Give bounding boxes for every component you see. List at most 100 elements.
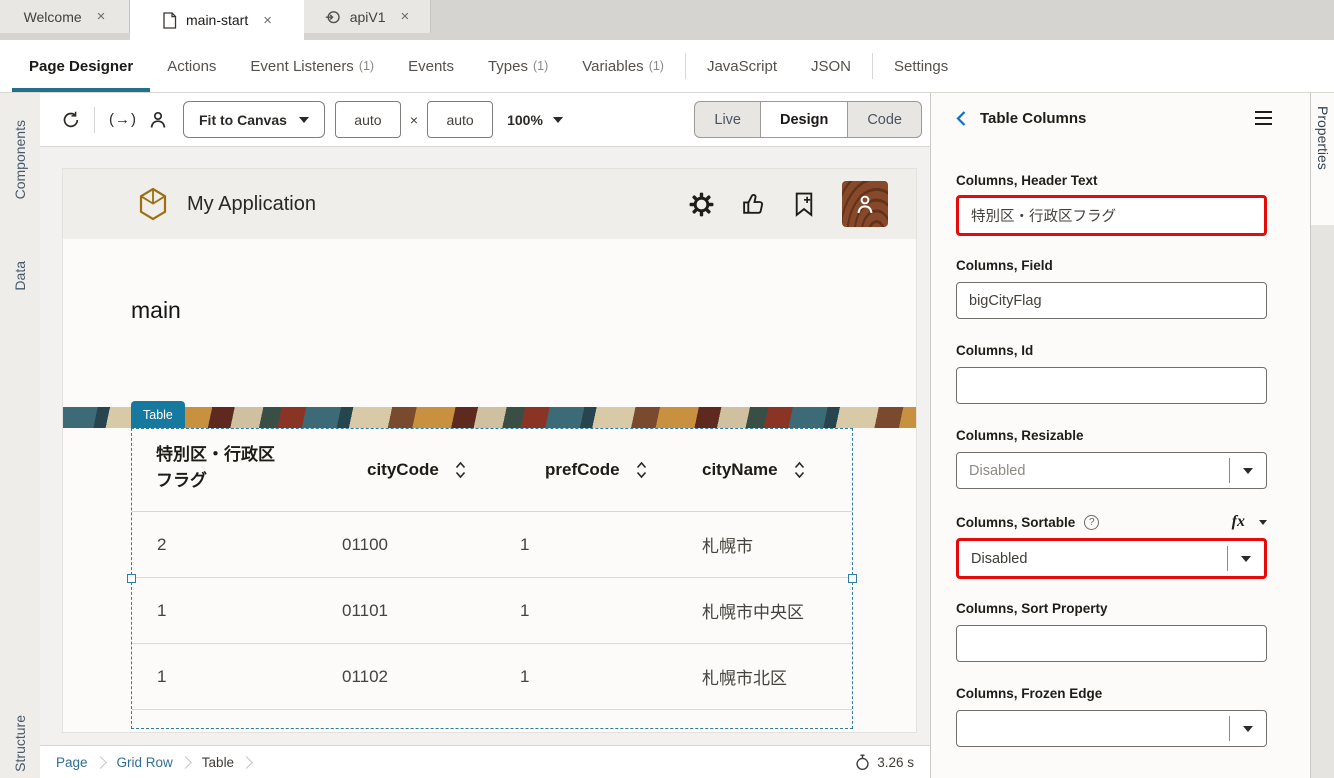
input-parameters-icon[interactable]: (→)	[109, 111, 137, 128]
id-input[interactable]	[956, 367, 1267, 404]
tab-main-start[interactable]: main-start ×	[130, 0, 304, 40]
frozen-edge-select[interactable]	[956, 710, 1267, 747]
canvas-page[interactable]: My Application	[62, 168, 917, 733]
selection-handle-right[interactable]	[848, 574, 857, 583]
nav-json[interactable]: JSON	[794, 40, 868, 92]
close-icon[interactable]: ×	[263, 12, 272, 29]
properties-panel-header: Table Columns	[931, 93, 1310, 143]
sort-icon[interactable]	[454, 460, 467, 480]
chevron-right-icon	[94, 756, 107, 769]
nav-javascript[interactable]: JavaScript	[690, 40, 794, 92]
design-canvas: My Application	[40, 147, 930, 745]
bookmark-add-icon[interactable]	[793, 192, 815, 217]
menu-icon[interactable]	[1255, 111, 1272, 125]
table-row[interactable]: 2 01100 1 札幌市	[132, 512, 852, 578]
fx-expression-button[interactable]: fx	[1232, 513, 1245, 531]
sort-icon[interactable]	[793, 460, 806, 480]
rail-tab-components[interactable]: Components	[0, 120, 40, 199]
render-timer: 3.26 s	[855, 754, 914, 771]
tab-welcome[interactable]: Welcome ×	[0, 0, 130, 33]
toolbar-divider	[94, 107, 95, 133]
close-icon[interactable]: ×	[401, 8, 410, 25]
sort-property-input[interactable]	[956, 625, 1267, 662]
nav-settings[interactable]: Settings	[877, 40, 965, 92]
canvas-height-input[interactable]	[427, 101, 493, 138]
zoom-select[interactable]: 100%	[507, 112, 563, 128]
close-icon[interactable]: ×	[97, 8, 106, 25]
nav-variables[interactable]: Variables(1)	[565, 40, 681, 92]
nav-events[interactable]: Events	[391, 40, 471, 92]
chevron-down-icon	[299, 117, 309, 123]
nav-event-listeners[interactable]: Event Listeners(1)	[233, 40, 391, 92]
chevron-right-icon	[179, 756, 192, 769]
app-header-actions	[689, 181, 888, 227]
nav-divider	[685, 53, 686, 79]
breadcrumb-table[interactable]: Table	[202, 755, 234, 770]
chevron-down-icon[interactable]	[1259, 520, 1267, 525]
user-role-icon[interactable]	[143, 105, 173, 135]
properties-fields: Columns, Header Text Columns, Field Colu…	[931, 143, 1310, 747]
page-icon	[162, 12, 177, 29]
header-text-input[interactable]	[956, 195, 1267, 236]
service-connection-icon	[325, 9, 341, 25]
chevron-down-icon	[553, 117, 563, 123]
selection-handle-left[interactable]	[127, 574, 136, 583]
help-icon[interactable]: ?	[1084, 515, 1099, 530]
person-icon	[853, 192, 877, 216]
nav-divider	[872, 53, 873, 79]
sortable-select[interactable]: Disabled	[956, 538, 1267, 579]
app-logo-icon	[137, 187, 169, 221]
mode-design-button[interactable]: Design	[760, 102, 848, 137]
tab-apiv1-label: apiV1	[350, 9, 386, 25]
nav-types[interactable]: Types(1)	[471, 40, 565, 92]
field-input[interactable]	[956, 282, 1267, 319]
nav-actions[interactable]: Actions	[150, 40, 233, 92]
table-header-row: 特別区・行政区フラグ cityCode prefCode cityName	[132, 429, 852, 512]
sort-icon[interactable]	[635, 460, 648, 480]
mode-code-button[interactable]: Code	[848, 102, 921, 137]
user-avatar[interactable]	[842, 181, 888, 227]
tab-apiv1[interactable]: apiV1 ×	[304, 0, 431, 33]
table-row[interactable]: 1 01101 1 札幌市中央区	[132, 578, 852, 644]
table-row[interactable]: 1 01102 1 札幌市北区	[132, 644, 852, 710]
nav-page-designer[interactable]: Page Designer	[12, 40, 150, 92]
chevron-right-icon	[240, 756, 253, 769]
decorative-banner-image	[63, 407, 916, 428]
column-header-cityname[interactable]: cityName	[668, 460, 852, 480]
field-label: Columns, Field	[956, 258, 1267, 273]
tab-welcome-label: Welcome	[24, 9, 82, 25]
table-row-clipped	[132, 710, 852, 729]
window-tab-bar: Welcome × main-start × apiV1 ×	[0, 0, 1334, 40]
structure-breadcrumb-bar: Page Grid Row Table 3.26 s	[40, 745, 930, 778]
rail-tab-structure[interactable]: Structure	[0, 715, 40, 772]
column-header-citycode[interactable]: cityCode	[312, 460, 490, 480]
refresh-icon[interactable]	[56, 105, 86, 135]
column-header-bigcityflag[interactable]: 特別区・行政区フラグ	[132, 429, 312, 511]
breadcrumb-grid-row[interactable]: Grid Row	[117, 755, 173, 770]
page-heading[interactable]: main	[131, 297, 181, 324]
breadcrumb-page[interactable]: Page	[56, 755, 88, 770]
table-selection-badge[interactable]: Table	[131, 401, 185, 428]
chevron-down-icon	[1243, 726, 1253, 732]
field-label: Columns, Frozen Edge	[956, 686, 1267, 701]
canvas-toolbar: (→) Fit to Canvas × 100% Live Design Cod…	[40, 93, 930, 147]
gear-icon[interactable]	[689, 192, 714, 217]
app-header[interactable]: My Application	[63, 169, 916, 239]
rail-tab-data[interactable]: Data	[0, 261, 40, 291]
back-chevron-icon[interactable]	[955, 110, 967, 127]
field-label: Columns, Sortable ? fx	[956, 513, 1267, 531]
stopwatch-icon	[855, 754, 870, 771]
field-label: Columns, Sort Property	[956, 601, 1267, 616]
chevron-down-icon	[1241, 556, 1251, 562]
resizable-select[interactable]: Disabled	[956, 452, 1267, 489]
canvas-width-input[interactable]	[335, 101, 401, 138]
table-component[interactable]: 特別区・行政区フラグ cityCode prefCode cityName	[131, 428, 853, 729]
column-header-prefcode[interactable]: prefCode	[490, 460, 668, 480]
designer-nav: Page Designer Actions Event Listeners(1)…	[0, 40, 1334, 93]
thumbs-up-icon[interactable]	[741, 192, 766, 217]
field-label: Columns, Resizable	[956, 428, 1267, 443]
viewport-select[interactable]: Fit to Canvas	[183, 101, 325, 138]
rail-tab-properties[interactable]: Properties	[1311, 93, 1334, 225]
mode-live-button[interactable]: Live	[695, 102, 760, 137]
properties-panel-title: Table Columns	[980, 110, 1086, 127]
